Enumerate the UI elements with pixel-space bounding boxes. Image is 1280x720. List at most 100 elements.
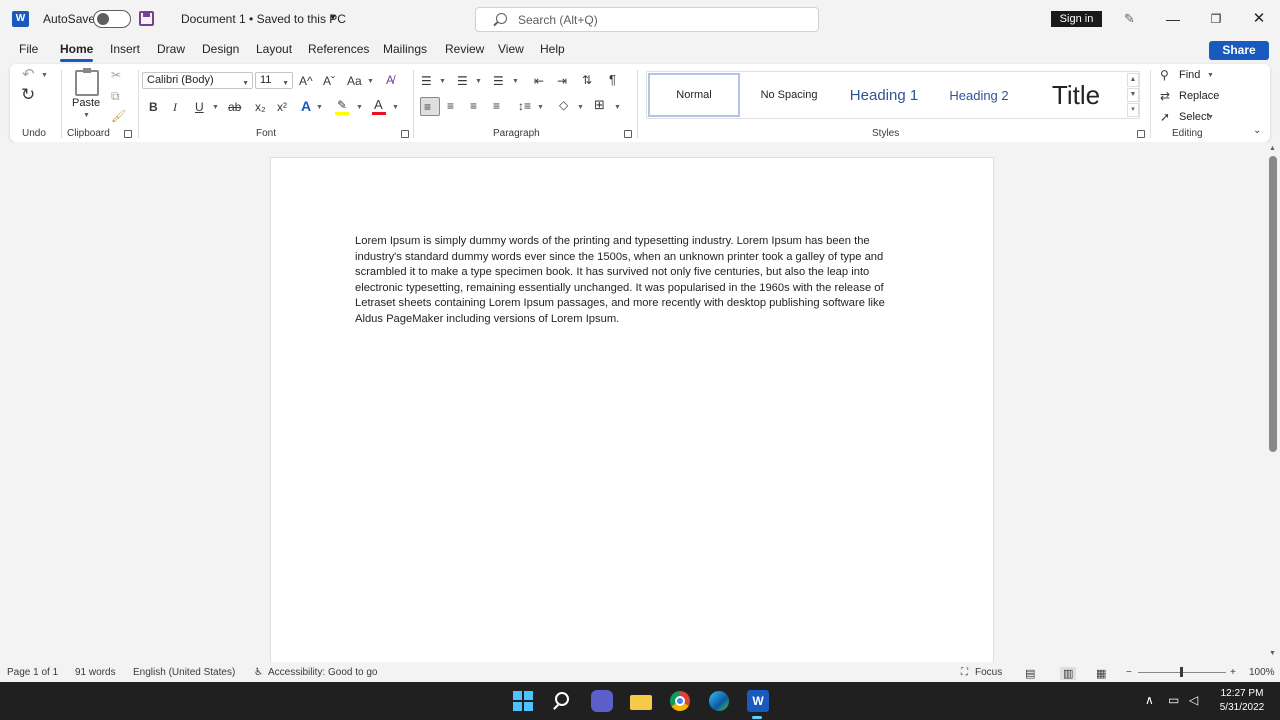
collapse-ribbon-icon[interactable]: ⌄ — [1253, 124, 1261, 138]
highlight-icon[interactable]: ✎ — [337, 98, 347, 112]
undo-icon[interactable]: ↶ — [22, 67, 35, 82]
chevron-down-icon[interactable]: ▼ — [439, 78, 446, 85]
multilevel-list-icon[interactable]: ☰ — [493, 74, 504, 88]
sort-icon[interactable]: ⇅ — [582, 73, 592, 87]
find-button[interactable]: Find — [1179, 69, 1200, 81]
bullets-icon[interactable]: ☰ — [421, 74, 432, 88]
minimize-icon[interactable]: — — [1162, 8, 1184, 30]
chevron-up-icon[interactable]: ∧ — [1145, 693, 1154, 707]
chevron-down-icon[interactable]: ▼ — [41, 72, 48, 79]
print-layout-icon[interactable]: ▥ — [1060, 667, 1077, 680]
word-taskbar-icon[interactable]: W — [747, 690, 769, 712]
chevron-down-icon[interactable]: ▼ — [83, 112, 90, 119]
font-name-select[interactable]: Calibri (Body) ▼ — [142, 72, 253, 89]
chevron-down-icon[interactable]: ▼ — [316, 104, 323, 111]
scrollbar-thumb[interactable] — [1269, 156, 1277, 452]
restore-icon[interactable]: ❐ — [1205, 8, 1227, 30]
start-icon[interactable] — [512, 690, 534, 712]
tab-layout[interactable]: Layout — [256, 42, 292, 56]
tab-view[interactable]: View — [498, 42, 524, 56]
grow-font-icon[interactable]: A^ — [299, 74, 313, 88]
tab-help[interactable]: Help — [540, 42, 565, 56]
volume-icon[interactable]: ◁ — [1189, 693, 1198, 707]
language[interactable]: English (United States) — [133, 667, 235, 678]
tab-mailings[interactable]: Mailings — [383, 42, 427, 56]
paste-icon[interactable] — [75, 68, 99, 96]
chevron-down-icon[interactable]: ▼ — [614, 104, 621, 111]
accessibility-status[interactable]: Accessibility: Good to go — [268, 667, 378, 678]
tab-review[interactable]: Review — [445, 42, 484, 56]
select-icon[interactable]: ➚ — [1160, 110, 1170, 124]
decrease-indent-icon[interactable]: ⇤ — [534, 74, 544, 88]
font-launcher-icon[interactable] — [401, 130, 409, 138]
font-size-select[interactable]: 11 ▼ — [255, 72, 293, 89]
chevron-down-icon[interactable]: ▼ — [512, 78, 519, 85]
tab-insert[interactable]: Insert — [110, 42, 140, 56]
style-heading-2[interactable]: Heading 2 — [933, 73, 1025, 117]
tab-design[interactable]: Design — [202, 42, 239, 56]
chevron-down-icon[interactable]: ▼ — [392, 104, 399, 111]
styles-more[interactable]: ▾ — [1127, 103, 1139, 117]
scroll-up-icon[interactable]: ▲ — [1269, 145, 1276, 152]
page-count[interactable]: Page 1 of 1 — [7, 667, 58, 678]
redo-icon[interactable]: ↻ — [21, 86, 35, 103]
tab-home[interactable]: Home — [60, 42, 94, 62]
select-button[interactable]: Select — [1179, 111, 1210, 123]
share-button[interactable]: Share — [1209, 41, 1269, 60]
cut-icon[interactable]: ✂ — [111, 68, 121, 82]
style-no-spacing[interactable]: No Spacing — [743, 73, 835, 117]
show-formatting-icon[interactable]: ¶ — [609, 73, 616, 87]
document-body-text[interactable]: Lorem Ipsum is simply dummy words of the… — [355, 234, 915, 328]
style-normal[interactable]: Normal — [648, 73, 740, 117]
autosave-toggle[interactable] — [93, 10, 131, 28]
focus-button[interactable]: Focus — [975, 667, 1002, 678]
align-right-icon[interactable]: ≡ — [470, 99, 477, 113]
replace-icon[interactable]: ⇄ — [1160, 89, 1170, 103]
font-color-icon[interactable]: A — [374, 98, 383, 112]
align-center-icon[interactable]: ≡ — [447, 99, 454, 113]
document-page[interactable]: Lorem Ipsum is simply dummy words of the… — [270, 157, 994, 667]
change-case-icon[interactable]: Aa — [347, 74, 362, 88]
shrink-font-icon[interactable]: Aˇ — [323, 74, 335, 88]
read-mode-icon[interactable]: ▤ — [1025, 667, 1035, 680]
superscript-icon[interactable]: x² — [277, 100, 287, 114]
replace-button[interactable]: Replace — [1179, 90, 1219, 102]
italic-icon[interactable]: I — [173, 100, 177, 114]
chevron-down-icon[interactable]: ▼ — [537, 104, 544, 111]
chevron-down-icon[interactable]: ▼ — [367, 78, 374, 85]
sign-in-button[interactable]: Sign in — [1051, 11, 1102, 27]
chevron-down-icon[interactable]: ▼ — [475, 78, 482, 85]
styles-launcher-icon[interactable] — [1137, 130, 1145, 138]
file-explorer-icon[interactable] — [630, 690, 652, 712]
style-title[interactable]: Title — [1028, 73, 1124, 117]
tab-draw[interactable]: Draw — [157, 42, 185, 56]
chevron-down-icon[interactable]: ▼ — [1207, 72, 1214, 79]
bold-icon[interactable]: B — [149, 100, 158, 114]
edge-icon[interactable] — [708, 690, 730, 712]
web-layout-icon[interactable]: ▦ — [1096, 667, 1106, 680]
increase-indent-icon[interactable]: ⇥ — [557, 74, 567, 88]
style-heading-1[interactable]: Heading 1 — [838, 73, 930, 117]
chevron-down-icon[interactable]: ▼ — [356, 104, 363, 111]
copy-icon[interactable]: ⧉ — [111, 89, 120, 103]
search-input[interactable] — [518, 12, 798, 28]
styles-scroll-down[interactable]: ▼ — [1127, 88, 1139, 102]
vertical-scrollbar[interactable]: ▲ ▼ — [1266, 142, 1280, 662]
tab-references[interactable]: References — [308, 42, 369, 56]
chrome-icon[interactable] — [669, 690, 691, 712]
system-clock[interactable]: 12:27 PM 5/31/2022 — [1215, 687, 1269, 715]
paragraph-launcher-icon[interactable] — [624, 130, 632, 138]
scroll-down-icon[interactable]: ▼ — [1269, 650, 1276, 657]
shading-icon[interactable]: ◇ — [559, 98, 568, 112]
teams-chat-icon[interactable] — [591, 690, 613, 712]
zoom-level[interactable]: 100% — [1249, 667, 1275, 678]
save-icon[interactable] — [139, 11, 154, 26]
search-box[interactable] — [475, 7, 819, 32]
format-painter-icon[interactable]: 🖌 — [111, 109, 126, 123]
zoom-out-icon[interactable]: − — [1126, 667, 1132, 678]
numbering-icon[interactable]: ☰ — [457, 74, 468, 88]
line-spacing-icon[interactable]: ↕≡ — [518, 99, 531, 113]
pen-icon[interactable]: ✎ — [1124, 12, 1138, 26]
borders-icon[interactable]: ⊞ — [594, 98, 605, 112]
justify-icon[interactable]: ≡ — [493, 99, 500, 113]
